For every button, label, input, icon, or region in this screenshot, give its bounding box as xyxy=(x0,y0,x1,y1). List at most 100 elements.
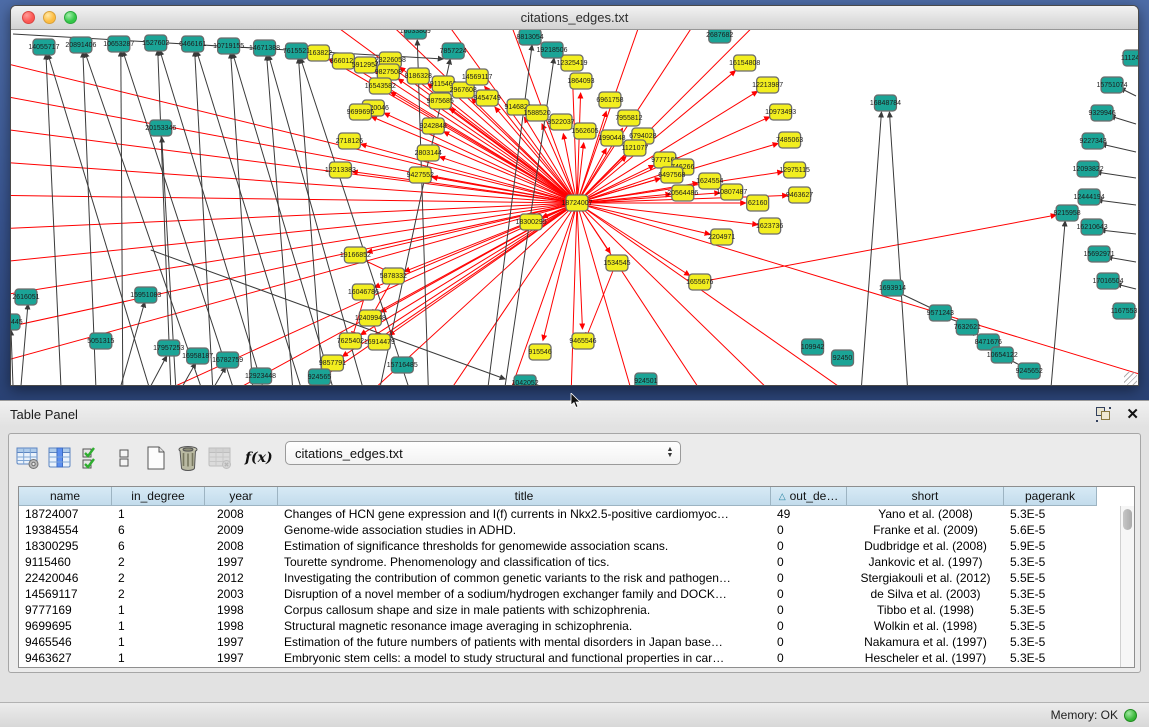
table-settings-button[interactable] xyxy=(13,443,43,473)
table-row[interactable]: 2242004622012Investigating the contribut… xyxy=(19,570,1120,586)
citation-network-graph[interactable]: 18724007 7163822 8660128 5912954 2322605… xyxy=(11,30,1138,386)
network-node[interactable]: 9242848 xyxy=(420,118,447,134)
network-node[interactable]: 12093822 xyxy=(1073,161,1104,177)
network-node[interactable]: 7632621 xyxy=(954,319,981,335)
table-row[interactable]: 1938455462009Genome-wide association stu… xyxy=(19,522,1120,538)
network-node[interactable]: 9875685 xyxy=(427,93,454,109)
network-node[interactable]: 14055717 xyxy=(28,39,59,55)
network-node[interactable]: 15692971 xyxy=(1084,246,1115,262)
column-header-out-degree[interactable]: △ out_de… xyxy=(771,487,847,506)
table-row[interactable]: 1830029562008Estimation of significance … xyxy=(19,538,1120,554)
selector-stepper-icon[interactable]: ▲▼ xyxy=(660,442,680,464)
network-node[interactable]: 1693914 xyxy=(879,280,906,296)
network-node[interactable]: 12444194 xyxy=(1074,189,1105,205)
network-node[interactable]: 10973493 xyxy=(765,104,796,120)
table-row[interactable]: 969969511998Structural magnetic resonanc… xyxy=(19,618,1120,634)
network-node[interactable]: 2616051 xyxy=(12,289,39,305)
network-node[interactable]: 9245652 xyxy=(1016,363,1043,379)
network-node[interactable]: 9227343 xyxy=(1079,133,1106,149)
table-row[interactable]: 911546021997Tourette syndrome. Phenomeno… xyxy=(19,554,1120,570)
network-node[interactable]: 62160 xyxy=(747,195,769,211)
network-node[interactable]: 15716485 xyxy=(387,357,418,373)
network-table-selector[interactable]: citations_edges.txt ▲▼ xyxy=(285,441,681,465)
network-window-titlebar[interactable]: citations_edges.txt xyxy=(11,6,1138,30)
network-node[interactable]: 1562605 xyxy=(571,123,598,139)
network-node[interactable]: 20891406 xyxy=(65,37,96,53)
network-node[interactable]: 16958187 xyxy=(182,348,213,364)
network-node[interactable]: 9427552 xyxy=(407,167,434,183)
network-node[interactable]: 17957253 xyxy=(153,340,184,356)
network-node[interactable]: 2803144 xyxy=(415,145,442,161)
column-header-in-degree[interactable]: in_degree xyxy=(112,487,205,506)
float-panel-icon[interactable] xyxy=(1096,407,1112,422)
network-node[interactable]: 9463627 xyxy=(786,187,813,203)
network-node[interactable]: 6497568 xyxy=(658,167,685,183)
network-node[interactable]: 12975115 xyxy=(779,162,810,178)
network-node[interactable]: 92450 xyxy=(832,350,854,366)
network-node[interactable]: 1534545 xyxy=(603,255,630,271)
network-node[interactable]: 7485063 xyxy=(776,132,803,148)
network-node[interactable]: 5878332 xyxy=(380,268,407,284)
table-row[interactable]: 1872400712008Changes of HCN gene express… xyxy=(19,506,1120,522)
network-node[interactable]: 16543582 xyxy=(365,78,396,94)
delete-button[interactable] xyxy=(173,443,203,473)
network-node[interactable]: 12409948 xyxy=(355,310,386,326)
network-node[interactable]: 7625402 xyxy=(337,333,364,349)
network-node[interactable]: 1655676 xyxy=(686,274,713,290)
row-height-button[interactable] xyxy=(109,443,139,473)
network-node[interactable]: 7955812 xyxy=(615,110,642,126)
network-canvas[interactable]: 18724007 7163822 8660128 5912954 2322605… xyxy=(11,30,1138,386)
network-node[interactable]: 1527602 xyxy=(142,35,169,51)
network-node[interactable]: 2204971 xyxy=(708,229,735,245)
network-node[interactable]: 19166852 xyxy=(340,247,371,263)
network-node[interactable]: 14569117 xyxy=(462,69,493,85)
network-node[interactable]: 9465546 xyxy=(569,333,596,349)
network-node[interactable]: 1990448 xyxy=(598,130,625,146)
network-node[interactable]: 15951083 xyxy=(130,287,161,303)
network-node[interactable]: 10654122 xyxy=(987,347,1018,363)
network-node[interactable]: 109942 xyxy=(801,339,824,355)
network-node[interactable]: 16914479 xyxy=(364,334,395,350)
network-node[interactable]: 924565 xyxy=(308,369,331,385)
close-window-button[interactable] xyxy=(22,11,35,24)
network-node[interactable]: 10653287 xyxy=(103,36,134,52)
network-node[interactable]: 12213383 xyxy=(325,162,356,178)
window-resize-grip[interactable] xyxy=(1124,372,1137,385)
network-node[interactable]: 19218506 xyxy=(537,42,568,58)
network-node[interactable]: 8215958 xyxy=(1054,205,1081,221)
table-row[interactable]: 946362711997Embryonic stem cells: a mode… xyxy=(19,650,1120,666)
network-node[interactable]: 18300295 xyxy=(516,214,547,230)
network-node[interactable]: 9699695 xyxy=(347,104,374,120)
network-node[interactable]: 1121077 xyxy=(622,140,649,156)
network-node[interactable]: 16033809 xyxy=(400,30,431,39)
network-node[interactable]: 16154808 xyxy=(729,55,760,71)
table-vertical-scrollbar[interactable] xyxy=(1120,506,1134,667)
new-table-button[interactable] xyxy=(141,443,171,473)
network-node[interactable]: 1042052 xyxy=(511,375,538,386)
column-header-year[interactable]: year xyxy=(205,487,278,506)
network-node[interactable]: 924501 xyxy=(634,373,657,386)
network-node[interactable]: 6961758 xyxy=(596,92,623,108)
network-node[interactable]: 20564486 xyxy=(667,185,698,201)
network-node[interactable]: 2687682 xyxy=(706,30,733,43)
network-node[interactable]: 7615521 xyxy=(283,43,310,59)
network-node[interactable]: 14671388 xyxy=(249,40,280,56)
network-node[interactable]: 2718126 xyxy=(336,133,363,149)
network-node[interactable]: 5051315 xyxy=(87,333,114,349)
network-node[interactable]: 1864093 xyxy=(567,73,594,89)
network-node[interactable]: 8813054 xyxy=(516,30,543,45)
column-header-name[interactable]: name xyxy=(19,487,112,506)
select-column-button[interactable] xyxy=(45,443,75,473)
network-node[interactable]: 915546 xyxy=(528,344,551,360)
network-node[interactable]: 12213987 xyxy=(752,77,783,93)
network-node[interactable]: 10719155 xyxy=(213,38,244,54)
network-node[interactable]: 7857224 xyxy=(440,43,467,59)
network-node[interactable]: 9329946 xyxy=(1088,105,1115,121)
network-node[interactable]: 10807487 xyxy=(716,184,747,200)
function-builder-button[interactable]: f(x) xyxy=(245,450,273,466)
column-header-title[interactable]: title xyxy=(278,487,771,506)
network-node[interactable]: 16848784 xyxy=(870,95,901,111)
network-node[interactable]: 8454749 xyxy=(474,90,501,106)
table-row[interactable]: 946554611997Estimation of the future num… xyxy=(19,634,1120,650)
column-header-pagerank[interactable]: pagerank xyxy=(1004,487,1097,506)
